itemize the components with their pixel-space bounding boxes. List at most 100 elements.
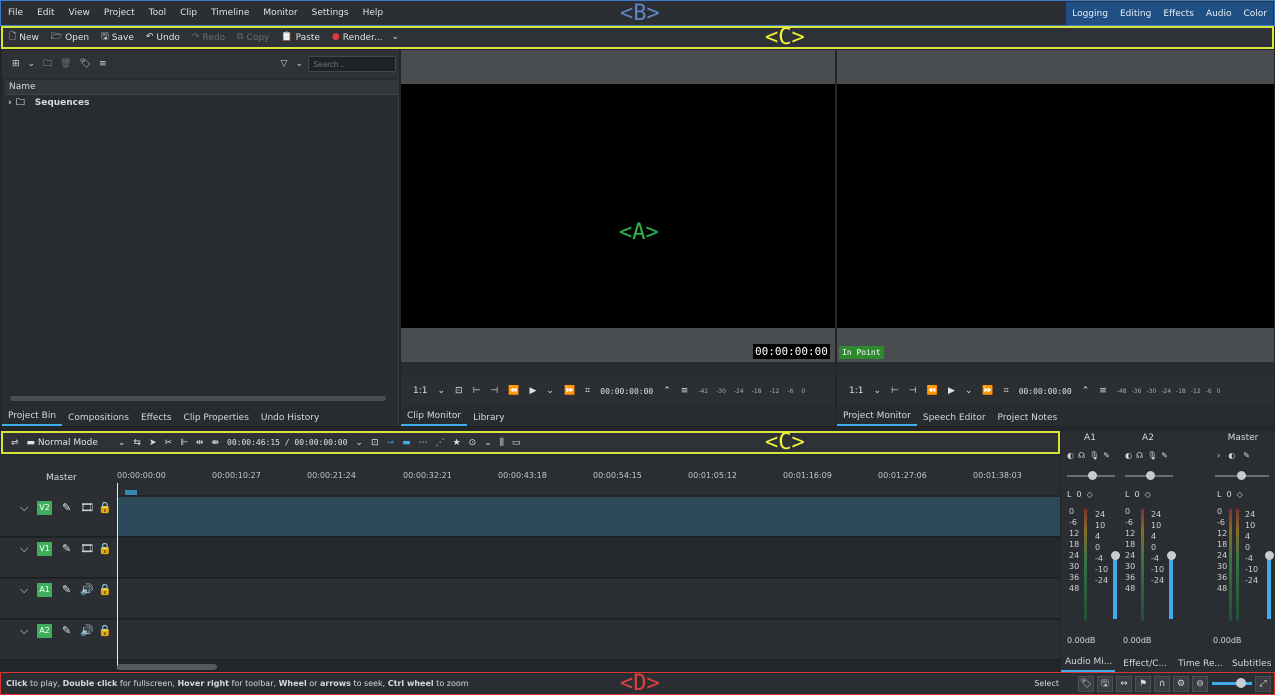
volume-db[interactable]: 0.00dB	[1067, 636, 1095, 645]
track-name-a2[interactable]: A2	[37, 624, 52, 638]
overwrite-icon[interactable]: ▬	[402, 438, 411, 448]
mic-icon[interactable]: 🎙	[1147, 451, 1157, 460]
play-icon[interactable]: ▶	[948, 386, 955, 396]
zoom-out-icon[interactable]: ⊖	[1192, 675, 1208, 692]
tab-effects[interactable]: Effects	[135, 413, 178, 426]
fit-icon[interactable]: ⤢	[1255, 675, 1271, 692]
fader-knob[interactable]	[1265, 551, 1274, 560]
tab-clip-monitor[interactable]: Clip Monitor	[401, 411, 468, 426]
clip-zoom-select[interactable]: 1:1	[413, 386, 427, 396]
redo-button[interactable]: ↷ Redo	[186, 33, 231, 43]
pan-knob[interactable]	[1146, 471, 1155, 480]
volume-fader[interactable]	[1169, 559, 1173, 619]
save-button[interactable]: 🖫 Save	[95, 33, 140, 43]
filter-icon[interactable]: ▽	[281, 59, 288, 69]
film-icon[interactable]: 🎞	[80, 501, 94, 514]
layout-color[interactable]: Color	[1238, 9, 1274, 19]
flag-icon[interactable]: ⚑	[1135, 675, 1151, 692]
spin-icon[interactable]: ⌃	[663, 386, 671, 396]
subtitle-icon[interactable]: ▭	[512, 438, 521, 448]
tab-time-remap[interactable]: Time Re...	[1170, 659, 1226, 672]
master-label[interactable]: Master	[46, 473, 77, 483]
tab-speech-editor[interactable]: Speech Editor	[917, 413, 992, 426]
menu-icon[interactable]: ≡	[1099, 386, 1107, 396]
layout-effects[interactable]: Effects	[1157, 9, 1200, 19]
insert-icon[interactable]: ⊸	[387, 438, 395, 448]
track-name-a1[interactable]: A1	[37, 583, 52, 597]
undo-button[interactable]: ↶ Undo	[140, 33, 186, 43]
tab-audio-mixer[interactable]: Audio Mi...	[1061, 657, 1116, 672]
add-clip-icon[interactable]: ⊞	[12, 59, 20, 69]
menu-project[interactable]: Project	[97, 1, 142, 25]
set-out-icon[interactable]: ⊣	[490, 386, 498, 396]
layout-audio[interactable]: Audio	[1200, 9, 1238, 19]
track-lane-a2[interactable]	[117, 620, 1060, 660]
rewind-icon[interactable]: ⏪	[927, 386, 938, 396]
fit-zoom-icon[interactable]: ⊡	[371, 438, 379, 448]
target-icon[interactable]: ✎	[62, 501, 71, 514]
volume-fader[interactable]	[1267, 559, 1271, 619]
chevron-down-icon[interactable]: ⌄	[484, 438, 492, 448]
headphones-icon[interactable]: ☊	[1136, 451, 1143, 460]
mute-icon[interactable]: ◐	[1228, 451, 1235, 460]
timeline-scrollbar[interactable]	[117, 664, 217, 670]
delete-icon[interactable]: 🗑	[60, 59, 71, 69]
lock-icon[interactable]: 🔒	[98, 501, 112, 514]
menu-monitor[interactable]: Monitor	[256, 1, 304, 25]
open-button[interactable]: 🗁 Open	[45, 33, 95, 43]
track-lane-a1[interactable]	[117, 579, 1060, 619]
paste-button[interactable]: 📋 Paste	[275, 33, 326, 43]
tag-icon[interactable]: 🏷	[80, 59, 91, 69]
menu-view[interactable]: View	[62, 1, 97, 25]
mute-icon[interactable]: ◐	[1125, 451, 1132, 460]
select-tool-icon[interactable]: ➤	[149, 438, 157, 448]
magnet-icon[interactable]: ∩	[1154, 675, 1170, 692]
spacer-icon[interactable]: ⊩	[180, 438, 188, 448]
record-arm-icon[interactable]: ✎	[1161, 451, 1168, 460]
ripple-icon[interactable]: ⇼	[211, 438, 219, 448]
menu-file[interactable]: File	[1, 1, 30, 25]
forward-icon[interactable]: ⏩	[564, 386, 575, 396]
play-icon[interactable]: ▶	[529, 386, 536, 396]
add-folder-icon[interactable]: 🗀	[43, 59, 52, 69]
headphones-icon[interactable]: ☊	[1078, 451, 1085, 460]
set-out-icon[interactable]: ⊣	[909, 386, 917, 396]
record-arm-icon[interactable]: ✎	[1243, 451, 1250, 460]
fit-icon[interactable]: ⊡	[455, 386, 463, 396]
chevron-down-icon[interactable]: ⌄	[118, 438, 126, 448]
spin-icon[interactable]: ⌃	[1082, 386, 1090, 396]
collapse-icon[interactable]: ⌵	[20, 624, 28, 638]
target-icon[interactable]: ✎	[62, 624, 71, 637]
project-timecode-field[interactable]: 00:00:00:00	[1019, 387, 1072, 396]
tab-project-bin[interactable]: Project Bin	[2, 411, 63, 426]
zoom-slider[interactable]	[1212, 678, 1252, 688]
volume-db[interactable]: 0.00dB	[1123, 636, 1151, 645]
zoom-slider-knob[interactable]	[1236, 678, 1246, 688]
tab-compositions[interactable]: Compositions	[62, 413, 135, 426]
chevron-right-icon[interactable]: ›	[1217, 451, 1220, 460]
playhead[interactable]	[117, 483, 118, 669]
record-arm-icon[interactable]: ✎	[1103, 451, 1110, 460]
pan-knob[interactable]	[1237, 471, 1246, 480]
layout-editing[interactable]: Editing	[1114, 9, 1157, 19]
film-icon[interactable]: 🎞	[80, 542, 94, 555]
track-settings-icon[interactable]: ⇌	[11, 438, 19, 448]
menu-timeline[interactable]: Timeline	[204, 1, 256, 25]
volume-db[interactable]: 0.00dB	[1213, 636, 1241, 645]
collapse-icon[interactable]: ⌵	[20, 583, 28, 597]
track-name-v2[interactable]: V2	[37, 501, 52, 515]
layout-logging[interactable]: Logging	[1066, 9, 1114, 19]
chevron-down-icon[interactable]: ⌄	[546, 386, 554, 396]
track-lane-v1[interactable]	[117, 538, 1060, 578]
menu-tool[interactable]: Tool	[142, 1, 173, 25]
edit-mode-select[interactable]: ▬ Normal Mode	[27, 438, 98, 448]
chevron-down-icon[interactable]: ⌄	[873, 386, 881, 396]
extract-icon[interactable]: ⋯	[419, 438, 428, 448]
set-in-icon[interactable]: ⊢	[891, 386, 899, 396]
fader-knob[interactable]	[1167, 551, 1176, 560]
tab-clip-properties[interactable]: Clip Properties	[178, 413, 255, 426]
lock-icon[interactable]: 🔒	[98, 583, 112, 596]
target-icon[interactable]: ✎	[62, 542, 71, 555]
menu-icon[interactable]: ≡	[681, 386, 689, 396]
lift-icon[interactable]: ⋰	[436, 438, 445, 448]
